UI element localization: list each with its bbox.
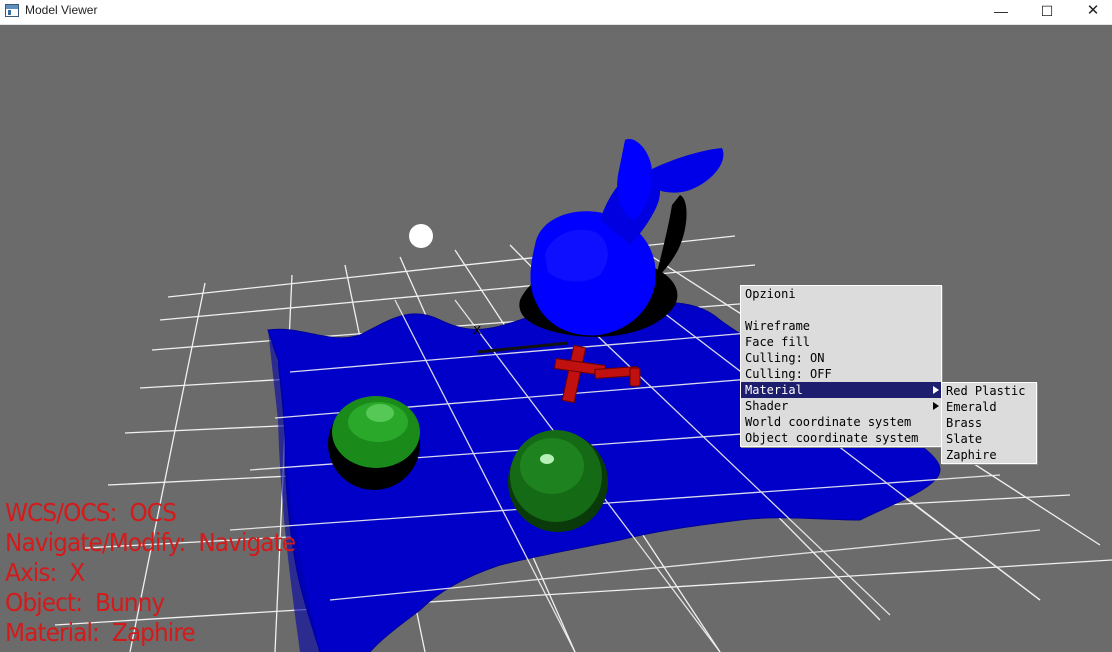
menu-separator <box>741 302 941 318</box>
title-bar: Model Viewer — ☐ ✕ <box>0 0 1112 25</box>
menu-title: Opzioni <box>745 287 796 301</box>
app-window-icon <box>5 4 19 17</box>
minimize-button[interactable]: — <box>978 0 1024 24</box>
hud-object: Object: Bunny <box>5 588 165 617</box>
hud-material: Material: Zaphire <box>5 618 196 647</box>
submenu-item-zaphire[interactable]: Zaphire <box>942 447 1036 463</box>
menu-item-face-fill[interactable]: Face fill <box>741 334 941 350</box>
submenu-item-emerald[interactable]: Emerald <box>942 399 1036 415</box>
hud-navigate-modify: Navigate/Modify: Navigate <box>5 528 296 557</box>
context-menu: Opzioni Wireframe Face fill Culling: ON … <box>740 285 942 447</box>
svg-text:x: x <box>473 322 481 338</box>
menu-item-object-coordinate-system[interactable]: Object coordinate system <box>741 430 941 446</box>
maximize-button[interactable]: ☐ <box>1024 0 1070 24</box>
light-source <box>409 224 433 248</box>
close-button[interactable]: ✕ <box>1070 0 1112 24</box>
menu-item-culling-on[interactable]: Culling: ON <box>741 350 941 366</box>
menu-item-world-coordinate-system[interactable]: World coordinate system <box>741 414 941 430</box>
hud-axis: Axis: X <box>5 558 85 587</box>
menu-item-material-label: Material <box>745 383 803 397</box>
menu-item-shader-label: Shader <box>745 399 789 413</box>
submenu-item-slate[interactable]: Slate <box>942 431 1036 447</box>
menu-item-shader[interactable]: Shader <box>741 398 941 414</box>
window-title: Model Viewer <box>25 3 98 17</box>
sphere-emerald-1 <box>328 396 420 490</box>
submenu-item-red-plastic[interactable]: Red Plastic <box>942 383 1036 399</box>
submenu-item-brass[interactable]: Brass <box>942 415 1036 431</box>
submenu-arrow-icon <box>933 386 939 394</box>
material-submenu: Red Plastic Emerald Brass Slate Zaphire <box>941 382 1037 464</box>
hud-wcs-ocs: WCS/OCS: OCS <box>5 498 177 527</box>
menu-item-material[interactable]: Material <box>741 382 941 398</box>
submenu-arrow-icon <box>933 402 939 410</box>
menu-item-wireframe[interactable]: Wireframe <box>741 318 941 334</box>
menu-item-culling-off[interactable]: Culling: OFF <box>741 366 941 382</box>
